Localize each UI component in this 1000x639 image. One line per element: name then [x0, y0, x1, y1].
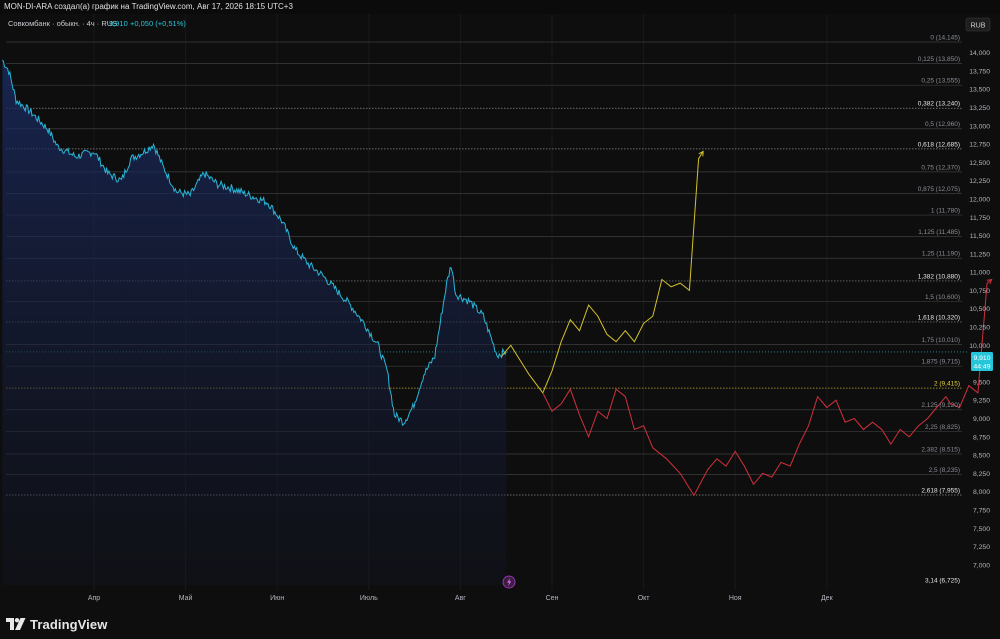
x-tick-label: Июн — [270, 595, 284, 602]
x-tick-label: Апр — [88, 595, 100, 602]
y-tick-label: 11,250 — [970, 251, 991, 258]
y-tick-label: 12,750 — [969, 142, 990, 149]
current-price-value: 9,910 — [973, 355, 990, 362]
x-tick-label: Дек — [821, 595, 834, 602]
fib-label: 1,125 (11,485) — [918, 229, 960, 236]
fib-label: 1,382 (10,880) — [918, 273, 960, 280]
y-tick-label: 10,750 — [969, 288, 990, 295]
fib-label: 1,25 (11,190) — [922, 251, 960, 258]
y-tick-label: 7,000 — [973, 562, 990, 569]
y-tick-label: 9,500 — [973, 379, 990, 386]
y-tick-label: 7,250 — [973, 544, 990, 551]
y-tick-label: 14,000 — [969, 50, 990, 57]
y-tick-label: 10,000 — [969, 343, 990, 350]
fib-label: 0,875 (12,075) — [918, 186, 960, 193]
fib-label: 2,25 (8,825) — [925, 424, 960, 431]
y-tick-label: 12,500 — [969, 160, 990, 167]
fib-label: 2,125 (9,120) — [921, 402, 960, 409]
x-tick-label: Ноя — [729, 595, 742, 602]
y-tick-label: 8,500 — [973, 453, 990, 460]
x-tick-label: Июль — [360, 595, 378, 602]
y-tick-label: 13,250 — [969, 105, 990, 112]
fib-label: 0,5 (12,960) — [925, 121, 960, 128]
bar-timer: 44:49 — [973, 364, 990, 371]
x-tick-label: Май — [179, 594, 193, 602]
y-tick-label: 11,000 — [970, 270, 991, 277]
tradingview-logo-icon — [6, 618, 26, 630]
y-tick-label: 11,500 — [970, 233, 991, 240]
fib-label: 2,5 (8,235) — [929, 467, 960, 474]
y-tick-label: 12,250 — [969, 178, 990, 185]
x-tick-label: Сен — [546, 595, 559, 602]
y-axis[interactable]: 14,000 13,750 13,500 13,250 13,000 12,750 12,5… — [969, 50, 990, 569]
symbol-price: 9,910 — [109, 19, 128, 28]
fib-label: 0,382 (13,240) — [918, 101, 960, 108]
fib-label: 1,75 (10,010) — [921, 337, 960, 344]
y-tick-label: 9,000 — [973, 416, 990, 423]
y-tick-label: 8,000 — [973, 489, 990, 496]
fib-label: 0,618 (12,685) — [918, 141, 960, 148]
fib-label: 2 (9,415) — [934, 381, 960, 388]
fib-label: 3,14 (6,725) — [925, 578, 960, 585]
fib-label: 1,618 (10,320) — [918, 314, 960, 321]
fib-label: 0 (14,145) — [930, 35, 960, 42]
symbol-name[interactable]: Совкомбанк · обыкн. · 4ч · RUS — [8, 19, 117, 28]
x-tick-label: Окт — [638, 595, 651, 602]
y-tick-label: 8,250 — [973, 471, 990, 478]
fib-label: 1,875 (9,715) — [921, 359, 960, 366]
y-tick-label: 12,000 — [969, 196, 990, 203]
y-tick-label: 13,000 — [969, 123, 990, 130]
y-tick-label: 7,750 — [973, 507, 990, 514]
lightning-icon[interactable] — [502, 575, 516, 589]
fib-label: 2,618 (7,955) — [921, 487, 960, 494]
y-tick-label: 8,750 — [973, 434, 990, 441]
currency-label[interactable]: RUB — [971, 23, 986, 30]
fib-label: 0,25 (13,555) — [921, 78, 960, 85]
header-caption: MON-DI-ARA создал(а) график на TradingVi… — [0, 0, 1000, 14]
y-tick-label: 9,250 — [973, 398, 990, 405]
fib-label: 0,125 (13,850) — [918, 56, 960, 63]
tradingview-logo[interactable]: TradingView — [6, 614, 107, 634]
fib-label: 1 (11,780) — [931, 208, 960, 215]
symbol-change: +0,050 (+0,51%) — [130, 19, 186, 28]
price-chart[interactable]: 0 (14,145) 0,125 (13,850) 0,25 (13,555) 0,3… — [0, 0, 1000, 639]
x-tick-label: Авг — [455, 595, 466, 602]
fib-label: 2,382 (8,515) — [921, 447, 960, 454]
y-tick-label: 10,500 — [969, 306, 990, 313]
fib-label: 0,75 (12,370) — [921, 164, 960, 171]
y-tick-label: 11,750 — [970, 215, 991, 222]
y-tick-label: 10,250 — [969, 325, 990, 332]
fib-label: 1,5 (10,600) — [925, 294, 960, 301]
y-tick-label: 7,500 — [973, 526, 990, 533]
y-tick-label: 13,500 — [969, 87, 990, 94]
y-tick-label: 13,750 — [969, 68, 990, 75]
brand-name: TradingView — [30, 616, 108, 632]
